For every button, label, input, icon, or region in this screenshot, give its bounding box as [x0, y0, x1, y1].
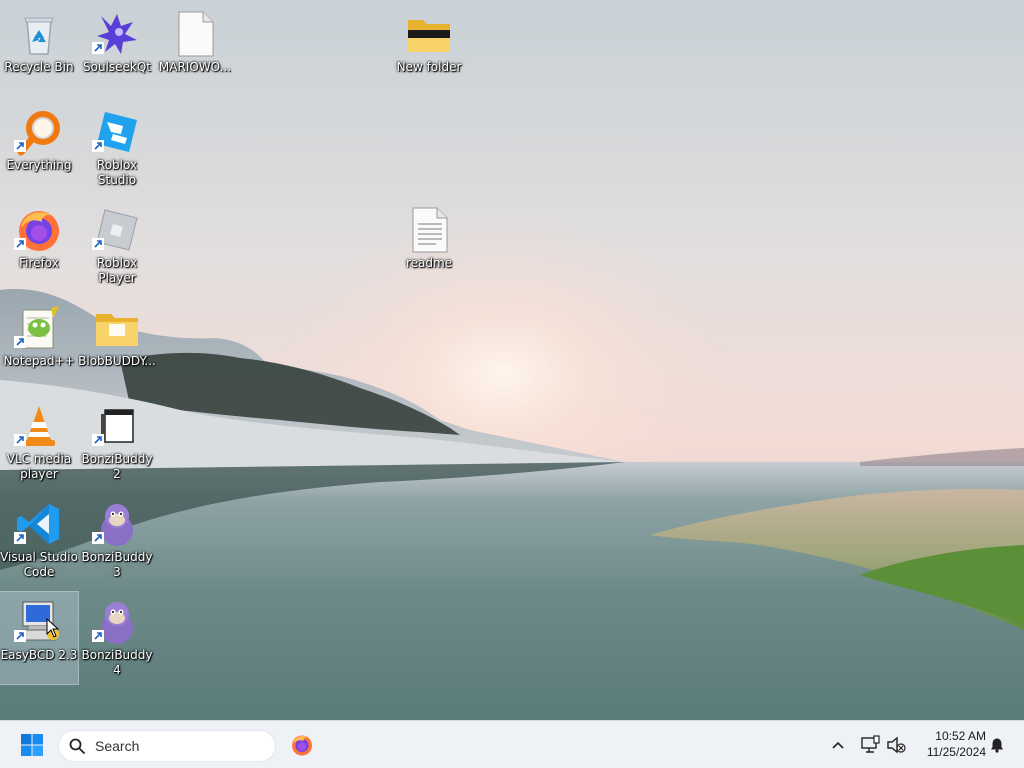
desktop-icon-label: BonziBuddy3 [81, 550, 153, 579]
search-placeholder: Search [95, 738, 140, 754]
desktop-icon-blobbuddy-folder[interactable]: BlobBUDDY... [78, 298, 156, 390]
taskbar-search-box[interactable]: Search [58, 730, 276, 762]
desktop-icon-roblox-studio[interactable]: Roblox Studio [78, 102, 156, 194]
desktop-icon-label: BonziBuddy2 [81, 452, 153, 481]
notification-bell-icon [991, 738, 1003, 753]
desktop-icon-label: BlobBUDDY... [78, 354, 156, 368]
desktop-icon-easybcd[interactable]: EasyBCD 2.3 [0, 591, 79, 685]
clock-date: 11/25/2024 [926, 745, 986, 759]
desktop-icon-bonzibuddy4[interactable]: BonziBuddy4 [78, 592, 156, 684]
desktop-icon-label: Notepad++ [3, 354, 75, 368]
desktop-icon-notepadpp[interactable]: Notepad++ [0, 298, 78, 390]
firefox-icon [292, 735, 312, 756]
desktop-icon-label: BonziBuddy4 [81, 648, 153, 677]
text-file-icon [412, 207, 448, 253]
clock-time: 10:52 AM [935, 729, 986, 743]
desktop-icon-label: Firefox [19, 256, 59, 270]
desktop-icon-readme[interactable]: readme [390, 200, 468, 292]
desktop-icon-soulseekqt[interactable]: SoulseekQt [78, 4, 156, 96]
shortcut-arrow-icon [14, 238, 26, 250]
shortcut-arrow-icon [92, 140, 104, 152]
start-button[interactable] [12, 725, 52, 765]
desktop-icon-label: SoulseekQt [82, 60, 151, 74]
tray-network-button[interactable] [858, 725, 882, 765]
desktop-icon-recycle-bin[interactable]: Recycle Bin [0, 4, 78, 96]
desktop-icon-label: Roblox Studio [96, 158, 138, 187]
desktop[interactable]: Recycle Bin Everything Firefox Notepad++… [0, 0, 1024, 720]
desktop-icon-label: MARIOWO... [158, 60, 232, 74]
mouse-cursor-icon [46, 618, 60, 638]
desktop-icon-new-folder[interactable]: New folder [390, 4, 468, 96]
desktop-icon-label: EasyBCD 2.3 [0, 648, 78, 662]
desktop-icon-everything[interactable]: Everything [0, 102, 78, 194]
shortcut-arrow-icon [92, 630, 104, 642]
desktop-icon-bonzibuddy3[interactable]: BonziBuddy3 [78, 494, 156, 586]
desktop-icon-bonzibuddy2[interactable]: BonziBuddy2 [78, 396, 156, 488]
shortcut-arrow-icon [14, 336, 26, 348]
desktop-icon-label: readme [405, 256, 453, 270]
shortcut-arrow-icon [92, 532, 104, 544]
tray-overflow-button[interactable] [826, 725, 850, 765]
desktop-icon-roblox-player[interactable]: Roblox Player [78, 200, 156, 292]
folder-icon [96, 314, 138, 346]
shortcut-arrow-icon [14, 630, 26, 642]
shortcut-arrow-icon [14, 532, 26, 544]
desktop-icon-label: VLC media player [6, 452, 72, 481]
folder-icon [408, 20, 450, 52]
desktop-icon-vlc[interactable]: VLC media player [0, 396, 78, 488]
desktop-icon-mariowo-file[interactable]: MARIOWO... [156, 4, 234, 96]
shortcut-arrow-icon [92, 434, 104, 446]
tray-volume-button[interactable] [884, 725, 908, 765]
volume-muted-icon [887, 736, 906, 754]
desktop-icon-label: Everything [6, 158, 72, 172]
desktop-icon-label: Recycle Bin [4, 60, 74, 74]
taskbar-firefox-button[interactable] [282, 725, 322, 765]
blank-file-icon [178, 11, 214, 57]
notification-center-button[interactable] [986, 725, 1008, 765]
search-icon [69, 738, 85, 754]
shortcut-arrow-icon [14, 140, 26, 152]
desktop-icon-vscode[interactable]: Visual Studio Code [0, 494, 78, 586]
desktop-icon-label: Roblox Player [96, 256, 138, 285]
network-icon [861, 735, 880, 753]
desktop-icon-label: New folder [396, 60, 462, 74]
desktop-icon-firefox[interactable]: Firefox [0, 200, 78, 292]
chevron-up-icon [832, 741, 844, 749]
shortcut-arrow-icon [92, 42, 104, 54]
recycle-bin-icon [24, 17, 54, 55]
shortcut-arrow-icon [92, 238, 104, 250]
windows-start-icon [21, 734, 43, 756]
taskbar: Search 10:52 AM 11/25/2024 [0, 720, 1024, 768]
taskbar-clock[interactable]: 10:52 AM 11/25/2024 [912, 728, 986, 760]
shortcut-arrow-icon [14, 434, 26, 446]
desktop-icon-label: Visual Studio Code [0, 550, 78, 579]
